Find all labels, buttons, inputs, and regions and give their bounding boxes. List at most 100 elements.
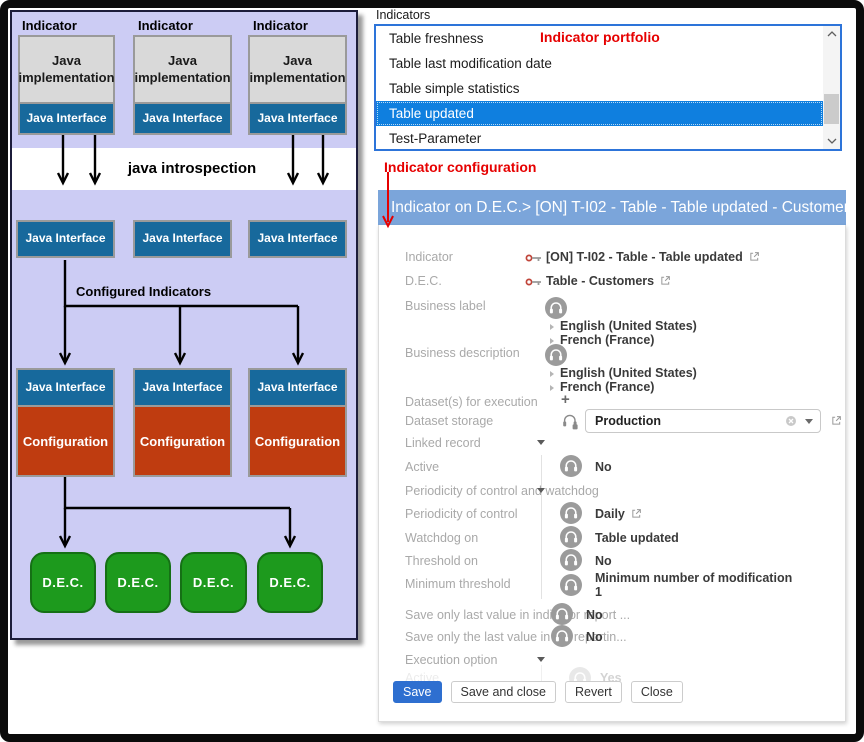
open-link-icon[interactable]	[631, 508, 642, 519]
scrollbar-thumb[interactable]	[824, 94, 839, 124]
java-interface-box: Java Interface	[248, 104, 347, 135]
field-value-save-last-report: No	[586, 608, 603, 622]
java-implementation-box: Java implementation	[248, 35, 347, 104]
field-value-active: No	[595, 460, 612, 474]
inherited-value-icon[interactable]	[560, 526, 582, 548]
inherited-value-icon[interactable]	[560, 549, 582, 571]
field-value-threshold-on: No	[595, 554, 612, 568]
locale-french[interactable]: French (France)	[560, 380, 654, 394]
configuration-box: Configuration	[248, 407, 347, 477]
field-label-active: Active	[405, 460, 439, 474]
java-interface-box: Java Interface	[18, 104, 115, 135]
expand-locale-icon[interactable]	[550, 324, 554, 330]
dropdown-caret-icon[interactable]	[805, 419, 813, 424]
expand-locale-icon[interactable]	[550, 371, 554, 377]
inherited-value-icon[interactable]	[545, 344, 567, 366]
red-annotation-arrow	[380, 172, 398, 234]
indicator-group-title: Indicator	[253, 18, 308, 33]
field-label-indicator: Indicator	[405, 250, 453, 264]
list-item-selected[interactable]: Table updated	[376, 101, 823, 126]
indicator-configuration-annotation: Indicator configuration	[384, 159, 536, 175]
list-item[interactable]: Table last modification date	[376, 51, 823, 76]
configured-indicator-unit: Java Interface Configuration	[133, 368, 232, 477]
expand-locale-icon[interactable]	[550, 338, 554, 344]
java-interface-box: Java Interface	[133, 220, 232, 258]
revert-button[interactable]: Revert	[565, 681, 622, 703]
collapse-caret-icon[interactable]	[537, 440, 545, 445]
indicator-portfolio-annotation: Indicator portfolio	[540, 29, 660, 45]
clear-icon[interactable]	[785, 415, 797, 427]
field-label-dataset-storage: Dataset storage	[405, 414, 493, 428]
inherited-value-icon[interactable]	[560, 574, 582, 596]
java-interface-box: Java Interface	[133, 368, 232, 407]
field-label-datasets-execution: Dataset(s) for execution	[405, 395, 538, 409]
expand-locale-icon[interactable]	[550, 385, 554, 391]
group-divider-line	[541, 455, 542, 599]
configuration-box: Configuration	[133, 407, 232, 477]
save-button[interactable]: Save	[393, 681, 442, 703]
indicators-list-label: Indicators	[376, 8, 430, 22]
java-interface-box: Java Interface	[16, 368, 115, 407]
field-label-minimum-threshold: Minimum threshold	[405, 577, 511, 591]
configured-indicator-unit: Java Interface Configuration	[248, 368, 347, 477]
open-link-icon[interactable]	[660, 275, 671, 286]
record-form-panel: Indicator [ON] T-I02 - Table - Table upd…	[378, 225, 846, 722]
dataset-storage-value: Production	[595, 414, 661, 428]
dataset-storage-input[interactable]: Production	[585, 409, 821, 433]
inherited-value-icon[interactable]	[551, 625, 573, 647]
field-label-watchdog-on: Watchdog on	[405, 531, 478, 545]
java-introspection-label: java introspection	[42, 160, 342, 177]
scroll-down-icon[interactable]	[823, 133, 840, 149]
open-link-icon[interactable]	[749, 251, 760, 262]
inherited-value-icon[interactable]	[551, 603, 573, 625]
add-icon[interactable]: +	[561, 391, 570, 408]
field-label-periodicity-of-control: Periodicity of control	[405, 507, 518, 521]
close-button[interactable]: Close	[631, 681, 683, 703]
locale-french[interactable]: French (France)	[560, 333, 654, 347]
java-interface-box: Java Interface	[248, 368, 347, 407]
dec-box: D.E.C.	[180, 552, 247, 613]
save-and-close-button[interactable]: Save and close	[451, 681, 556, 703]
list-scrollbar[interactable]	[823, 26, 840, 149]
list-item[interactable]: Test-Parameter	[376, 126, 823, 149]
java-interface-box: Java Interface	[16, 220, 115, 258]
architecture-diagram: Indicator Indicator Indicator Java imple…	[10, 10, 358, 640]
indicator-group-title: Indicator	[138, 18, 193, 33]
field-label-linked-record: Linked record	[405, 436, 481, 450]
override-headset-icon[interactable]	[560, 411, 580, 431]
foreign-key-icon	[525, 277, 543, 287]
field-label-execution-option: Execution option	[405, 653, 497, 667]
field-value-save-last-flat: No	[586, 630, 603, 644]
indicator-group: Java implementation Java Interface	[133, 35, 232, 135]
indicator-group: Java implementation Java Interface	[248, 35, 347, 135]
inherited-value-icon[interactable]	[545, 297, 567, 319]
open-link-icon[interactable]	[831, 415, 842, 426]
configured-indicators-label: Configured Indicators	[76, 284, 211, 299]
locale-english[interactable]: English (United States)	[560, 366, 697, 380]
dec-box: D.E.C.	[30, 552, 96, 613]
field-value-periodicity: Daily	[595, 507, 642, 521]
field-label-periodicity-group: Periodicity of control and watchdog	[405, 484, 599, 498]
java-implementation-box: Java implementation	[18, 35, 115, 104]
screenshot-root: Indicator Indicator Indicator Java imple…	[0, 0, 864, 742]
form-button-bar: Save Save and close Revert Close	[393, 681, 683, 703]
configuration-box: Configuration	[16, 407, 115, 477]
indicator-group: Java implementation Java Interface	[18, 35, 115, 135]
record-title-bar: Indicator on D.E.C.> [ON] T-I02 - Table …	[378, 190, 846, 225]
collapse-caret-icon[interactable]	[537, 488, 545, 493]
field-value-dec: Table - Customers	[546, 274, 671, 288]
collapse-caret-icon[interactable]	[537, 657, 545, 662]
scroll-up-icon[interactable]	[823, 26, 840, 42]
dec-box: D.E.C.	[105, 552, 171, 613]
field-label-business-description: Business description	[405, 346, 520, 360]
inherited-value-icon[interactable]	[560, 455, 582, 477]
indicator-group-title: Indicator	[22, 18, 77, 33]
java-interface-box: Java Interface	[248, 220, 347, 258]
field-value-indicator: [ON] T-I02 - Table - Table updated	[546, 250, 760, 264]
field-label-business-label: Business label	[405, 299, 486, 313]
field-label-dec: D.E.C.	[405, 274, 442, 288]
java-implementation-box: Java implementation	[133, 35, 232, 104]
locale-english[interactable]: English (United States)	[560, 319, 697, 333]
inherited-value-icon[interactable]	[560, 502, 582, 524]
list-item[interactable]: Table simple statistics	[376, 76, 823, 101]
